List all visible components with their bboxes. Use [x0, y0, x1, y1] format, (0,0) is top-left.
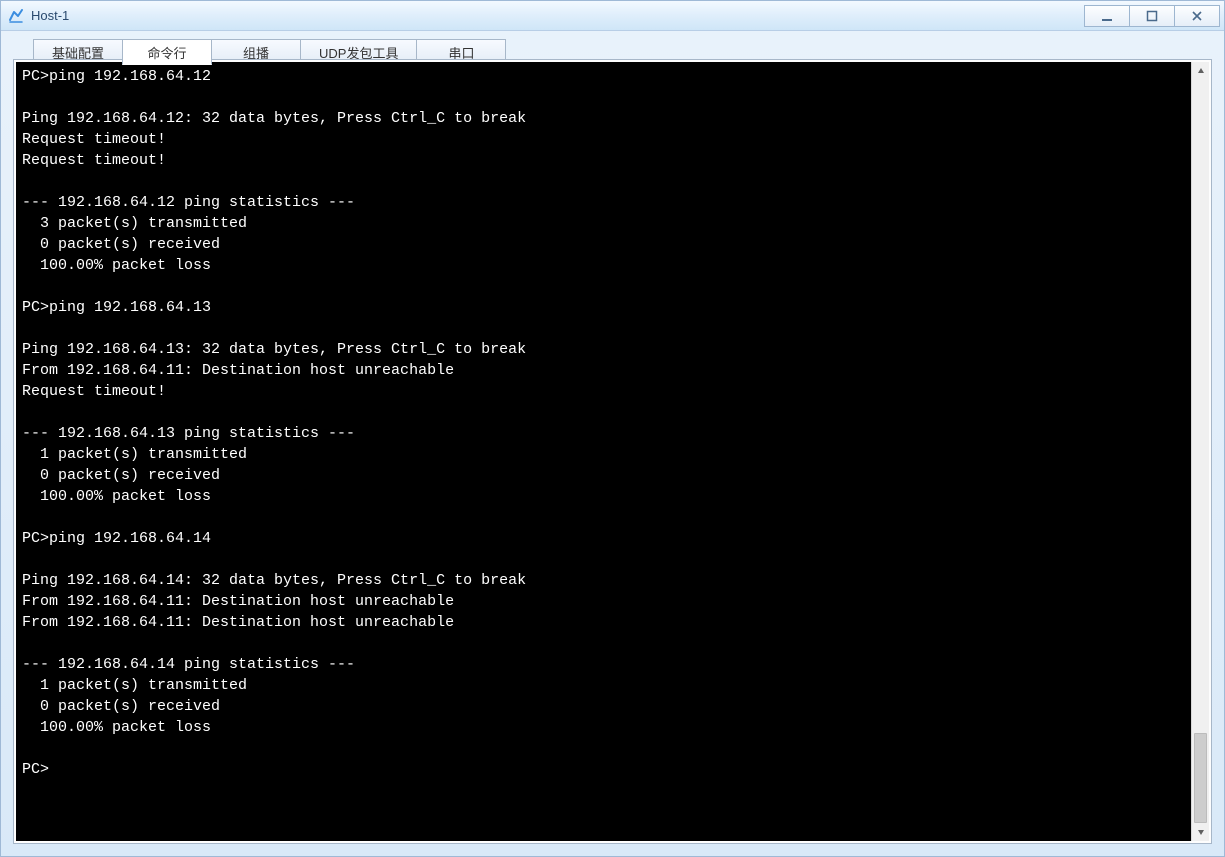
minimize-icon — [1101, 10, 1113, 22]
minimize-button[interactable] — [1084, 5, 1130, 27]
app-window: Host-1 基础配置 命令行 组播 UDP发包工具 串口 PC>ping 19… — [0, 0, 1225, 857]
scrollbar[interactable] — [1191, 62, 1209, 841]
window-title: Host-1 — [31, 8, 1085, 23]
maximize-button[interactable] — [1129, 5, 1175, 27]
terminal-wrap: PC>ping 192.168.64.12 Ping 192.168.64.12… — [13, 59, 1212, 844]
close-icon — [1191, 10, 1203, 22]
tabs-row: 基础配置 命令行 组播 UDP发包工具 串口 — [1, 31, 1224, 59]
scroll-up-arrow-icon[interactable] — [1192, 62, 1209, 80]
close-button[interactable] — [1174, 5, 1220, 27]
terminal[interactable]: PC>ping 192.168.64.12 Ping 192.168.64.12… — [16, 62, 1191, 841]
tab-command-line[interactable]: 命令行 — [122, 39, 212, 65]
scroll-down-arrow-icon[interactable] — [1192, 823, 1209, 841]
window-controls — [1085, 5, 1220, 27]
titlebar[interactable]: Host-1 — [1, 1, 1224, 31]
app-icon — [7, 7, 25, 25]
tab-label: 命令行 — [148, 43, 187, 62]
content-area: PC>ping 192.168.64.12 Ping 192.168.64.12… — [13, 59, 1212, 844]
scrollbar-thumb[interactable] — [1194, 733, 1207, 823]
scrollbar-track[interactable] — [1192, 80, 1209, 823]
maximize-icon — [1146, 10, 1158, 22]
